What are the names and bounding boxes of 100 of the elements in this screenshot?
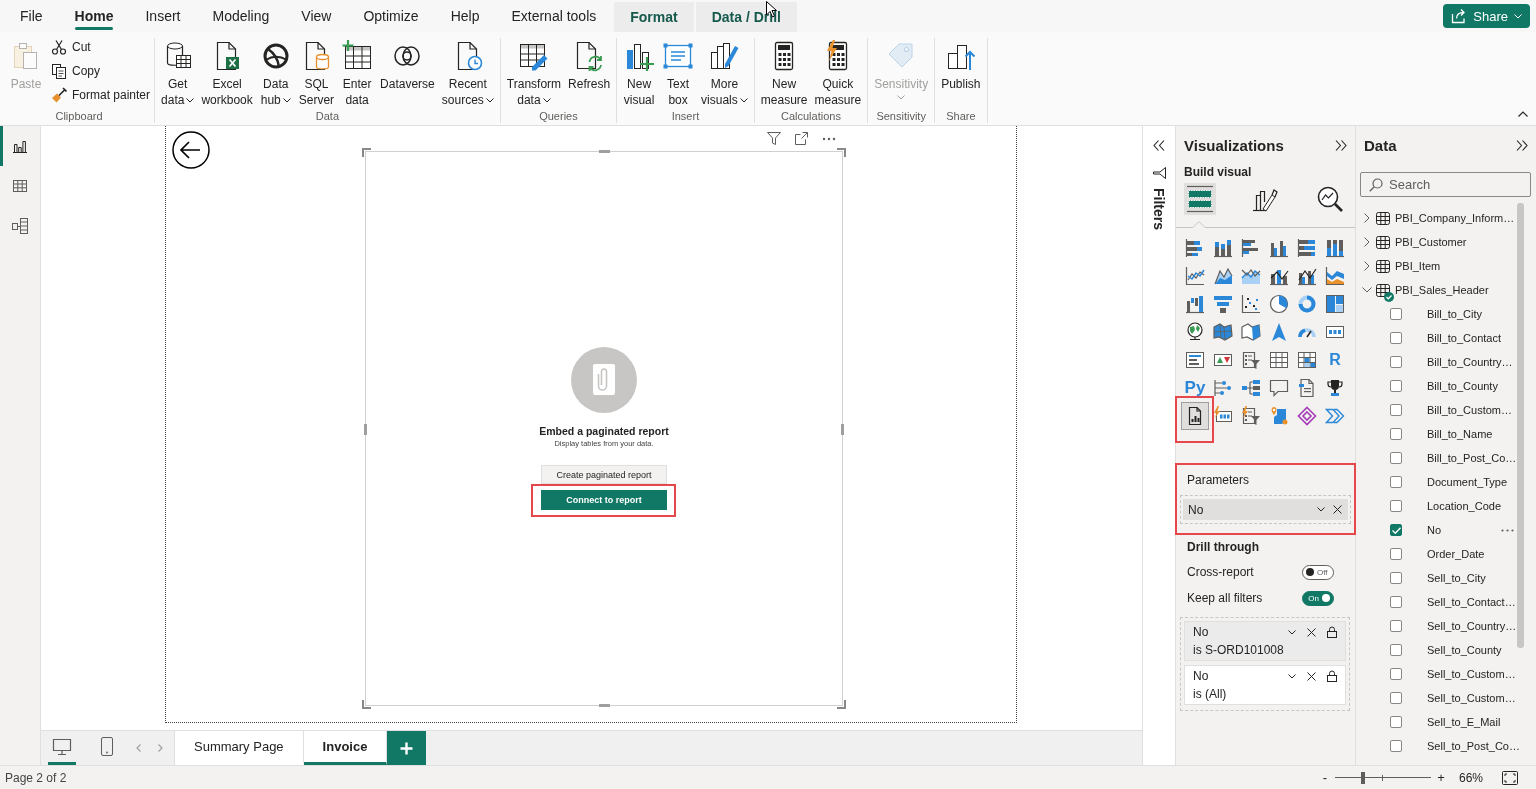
filter-card[interactable]: No is (All) [1184,665,1346,705]
checkbox[interactable] [1390,500,1402,512]
ribbon-button[interactable]: Transform data [504,40,564,109]
field-name[interactable]: Bill_to_Custom… [1427,404,1512,416]
resize-handle[interactable] [837,700,846,709]
diamond-icon[interactable] [1297,406,1317,426]
decomposition-tree-icon[interactable] [1241,378,1261,398]
ribbon-button[interactable]: Format painter [51,83,151,107]
chevron-down-icon[interactable] [739,98,748,104]
checkbox[interactable] [1390,356,1402,368]
more-options-icon[interactable] [822,136,836,141]
waterfall-chart-icon[interactable] [1185,294,1205,314]
matrix-icon[interactable] [1297,350,1317,370]
resize-handle[interactable] [599,704,610,707]
field-name[interactable]: Document_Type [1427,476,1508,488]
menu-tab[interactable]: Home [58,0,130,32]
field-name[interactable]: Sell_to_Post_Co… [1427,740,1520,752]
line-and-column-chart-icon[interactable] [1297,266,1317,286]
chevron-down-icon[interactable] [186,98,195,104]
treemap-icon[interactable] [1325,294,1345,314]
chevrons-right-icon[interactable] [1516,139,1528,151]
resize-handle[interactable] [837,148,846,157]
ribbon-button[interactable]: Quick measure [812,40,864,109]
menu-tab[interactable]: Modeling [196,0,286,32]
ribbon-button[interactable]: New visual [621,40,658,109]
close-icon[interactable] [1333,505,1342,514]
ribbon-button[interactable]: Excel workbook [199,40,255,109]
filter-icon[interactable] [767,132,781,145]
share-button[interactable]: Share [1443,4,1530,28]
ribbon-button[interactable]: Publish [939,40,983,109]
chevron-down-icon[interactable] [282,98,291,104]
checkbox[interactable] [1390,380,1402,392]
stacked-bar-chart-icon[interactable] [1297,238,1317,258]
chevron-down-icon[interactable] [1317,507,1325,512]
expand-arrow-icon[interactable] [795,132,808,145]
table-name[interactable]: PBI_Item [1395,260,1441,272]
resize-handle[interactable] [364,423,367,435]
field-name[interactable]: Sell_to_County [1427,644,1502,656]
stacked-column-chart-icon[interactable] [1325,238,1345,258]
chevrons-right-icon[interactable] [1335,139,1347,151]
field-name[interactable]: Bill_to_Contact [1427,332,1501,344]
key-influencers-icon[interactable] [1213,378,1233,398]
field-name[interactable]: Bill_to_Country… [1427,356,1513,368]
field-name[interactable]: Bill_to_Post_Co… [1427,452,1517,464]
chevrons-left-icon[interactable] [1153,140,1165,151]
ribbon-button[interactable]: SQL Server [296,40,337,109]
menu-tab[interactable]: External tools [495,0,613,32]
close-icon[interactable] [1307,671,1316,681]
ribbon-button[interactable]: Text box [660,40,697,109]
globe-icon[interactable] [1185,322,1205,342]
ribbon-button[interactable]: Copy [51,59,151,83]
checkbox[interactable] [1390,452,1402,464]
chevron-up-icon[interactable] [1518,111,1528,117]
checkbox[interactable] [1390,596,1402,608]
checkbox[interactable] [1390,548,1402,560]
menu-tab[interactable]: File [4,0,59,32]
checkbox[interactable] [1390,524,1402,536]
resize-handle[interactable] [599,150,610,153]
circle-arrow-left-icon[interactable] [172,131,210,169]
chevron-right-icon[interactable] [1364,261,1370,271]
resize-handle[interactable] [362,148,371,157]
area-chart-icon[interactable] [1213,266,1233,286]
menu-tab[interactable]: Insert [129,0,197,32]
stacked-bar-chart-icon[interactable] [1185,238,1205,258]
toggle-switch[interactable]: On [1302,590,1334,606]
bar-chart-icon[interactable] [1241,238,1261,258]
checkbox[interactable] [1390,740,1402,752]
menu-tab[interactable]: Help [434,0,496,32]
speech-bubble-icon[interactable] [1269,378,1289,398]
document-icon[interactable] [1297,378,1317,398]
document-chart-icon[interactable] [1181,402,1209,430]
checkbox[interactable] [1390,668,1402,680]
ribbon-button[interactable]: New measure [758,40,810,109]
table-name[interactable]: PBI_Company_Inform… [1395,212,1515,224]
column-chart-icon[interactable] [1269,238,1289,258]
filter-card[interactable]: No is S-ORD101008 [1184,621,1346,661]
chevron-down-icon[interactable] [485,98,494,104]
field-name[interactable]: Sell_to_Custom… [1427,692,1516,704]
checkbox[interactable] [1390,716,1402,728]
field-name[interactable]: Sell_to_City [1427,572,1486,584]
zoom-in-button[interactable]: + [1436,770,1445,785]
table-rows-icon[interactable] [1184,183,1216,215]
connect-button[interactable]: Connect to report [541,490,667,511]
field-name[interactable]: Bill_to_County [1427,380,1498,392]
checkbox[interactable] [1390,644,1402,656]
filters-pane-title[interactable]: Filters [1151,188,1167,230]
menu-tab[interactable]: View [285,0,348,32]
menu-tab[interactable]: Data / Drill [695,2,797,32]
chevrons-icon[interactable] [1325,406,1345,426]
checkbox[interactable] [1390,476,1402,488]
trophy-icon[interactable] [1325,378,1345,398]
donut-chart-icon[interactable] [1297,294,1317,314]
ribbon-button[interactable]: Data hub [257,40,294,109]
ribbon-button[interactable]: More visuals [699,40,750,109]
resize-handle[interactable] [362,700,371,709]
toggle-switch[interactable]: Off [1302,564,1334,580]
menu-tab[interactable]: Optimize [347,0,435,32]
stacked-column-chart-icon[interactable] [1213,238,1233,258]
field-name[interactable]: Sell_to_Country… [1427,620,1517,632]
ribbon-button[interactable]: Cut [51,35,151,59]
